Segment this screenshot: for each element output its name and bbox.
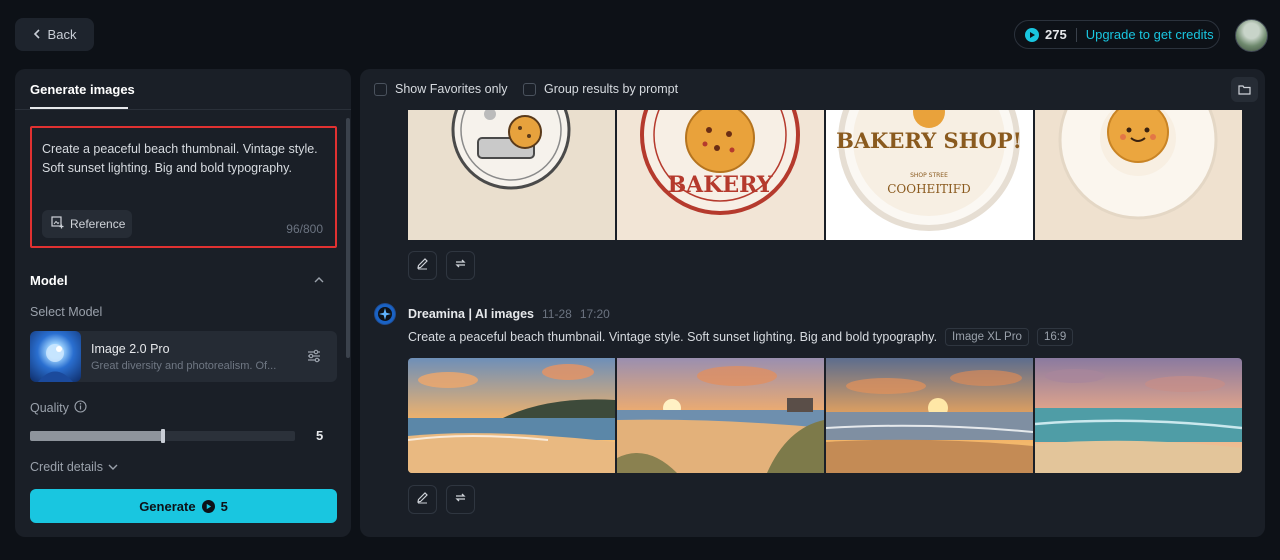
info-icon[interactable] xyxy=(74,400,87,416)
image-text: COOHEITIFD xyxy=(887,182,971,196)
image-text: SHOP STREE xyxy=(910,172,948,179)
result-image[interactable] xyxy=(1035,110,1242,240)
slider-handle[interactable] xyxy=(160,429,165,443)
show-favorites-label: Show Favorites only xyxy=(395,82,508,96)
coin-icon xyxy=(201,499,215,513)
result-image[interactable] xyxy=(408,358,615,473)
generate-label: Generate xyxy=(139,498,196,514)
back-label: Back xyxy=(47,27,77,42)
back-button[interactable]: Back xyxy=(15,18,94,51)
tab-generate-images[interactable]: Generate images xyxy=(30,82,135,97)
model-section-title: Model xyxy=(30,273,68,288)
reference-button[interactable]: Reference xyxy=(42,210,132,238)
results-panel: Show Favorites only Group results by pro… xyxy=(360,69,1265,537)
group-results-checkbox[interactable]: Group results by prompt xyxy=(523,82,678,96)
generation-author: Dreamina | AI images xyxy=(408,307,535,321)
regenerate-icon xyxy=(454,257,467,275)
quality-label: Quality xyxy=(30,401,69,415)
folder-icon[interactable] xyxy=(1231,77,1258,102)
generation-prompt-row: Create a peaceful beach thumbnail. Vinta… xyxy=(408,328,1074,346)
credits-count: 275 xyxy=(1045,27,1067,42)
generate-button[interactable]: Generate 5 xyxy=(30,489,337,523)
generation-header: Dreamina | AI images 11-28 17:20 xyxy=(374,303,610,325)
regenerate-button[interactable] xyxy=(446,251,475,280)
prompt-text[interactable]: Create a peaceful beach thumbnail. Vinta… xyxy=(42,140,332,178)
model-description: Great diversity and photorealism. Of... xyxy=(91,360,277,372)
edit-icon xyxy=(416,257,429,275)
user-avatar[interactable] xyxy=(1235,19,1268,52)
model-name: Image 2.0 Pro xyxy=(91,342,170,356)
slider-fill xyxy=(30,431,163,441)
model-thumbnail xyxy=(30,331,81,382)
regenerate-button[interactable] xyxy=(446,485,475,514)
select-model-label: Select Model xyxy=(30,305,103,319)
scrollbar[interactable] xyxy=(346,118,350,358)
divider xyxy=(1075,27,1077,42)
chevron-down-icon xyxy=(108,460,118,474)
coin-icon xyxy=(1025,27,1039,42)
image-text: BAKERY SHOP! xyxy=(836,128,1022,153)
generate-panel: Generate images Create a peaceful beach … xyxy=(15,69,351,537)
credit-details-label: Credit details xyxy=(30,460,103,474)
prompt-input[interactable]: Create a peaceful beach thumbnail. Vinta… xyxy=(30,126,337,248)
chevron-left-icon xyxy=(33,27,42,42)
quality-slider[interactable] xyxy=(30,429,295,443)
ratio-tag: 16:9 xyxy=(1036,328,1074,346)
generation-date: 11-28 xyxy=(542,307,572,321)
generation-time: 17:20 xyxy=(579,307,610,321)
edit-button[interactable] xyxy=(408,251,437,280)
group-results-label: Group results by prompt xyxy=(544,82,679,96)
dreamina-logo-icon xyxy=(374,303,396,325)
generation-prompt: Create a peaceful beach thumbnail. Vinta… xyxy=(408,330,938,344)
edit-button[interactable] xyxy=(408,485,437,514)
model-tag: Image XL Pro xyxy=(945,328,1029,346)
upgrade-link[interactable]: Upgrade to get credits xyxy=(1086,27,1214,42)
credits-pill[interactable]: 275 Upgrade to get credits xyxy=(1014,20,1220,49)
result-image[interactable] xyxy=(408,110,615,240)
reference-label: Reference xyxy=(70,217,126,231)
model-selector[interactable]: Image 2.0 Pro Great diversity and photor… xyxy=(30,331,337,382)
settings-sliders-icon[interactable] xyxy=(305,347,323,365)
quality-value: 5 xyxy=(316,428,324,443)
credit-details-toggle[interactable]: Credit details xyxy=(30,460,118,474)
checkbox-box xyxy=(523,82,536,96)
result-image[interactable] xyxy=(826,358,1033,473)
generate-cost: 5 xyxy=(220,498,228,514)
regenerate-icon xyxy=(454,491,467,509)
image-text: BAKERY xyxy=(668,172,773,198)
checkbox-box xyxy=(374,82,387,96)
result-image[interactable] xyxy=(617,358,824,473)
show-favorites-checkbox[interactable]: Show Favorites only xyxy=(374,82,508,96)
result-image[interactable] xyxy=(1035,358,1242,473)
quality-label-row: Quality xyxy=(30,400,87,416)
chevron-up-icon[interactable] xyxy=(314,274,324,286)
add-image-icon xyxy=(51,216,64,232)
result-image[interactable]: BAKERY SHOP! SHOP STREE COOHEITIFD xyxy=(826,110,1033,240)
edit-icon xyxy=(416,491,429,509)
char-count: 96/800 xyxy=(286,222,323,236)
divider xyxy=(15,109,351,110)
result-image[interactable]: BAKERY xyxy=(617,110,824,240)
